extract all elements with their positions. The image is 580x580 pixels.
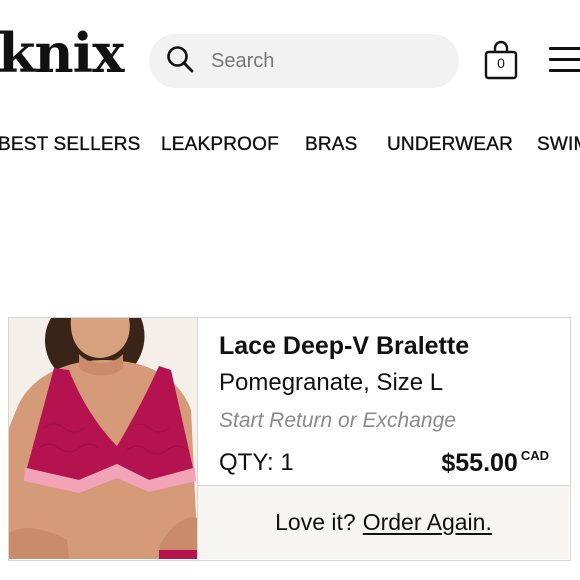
start-return-link[interactable]: Start Return or Exchange (219, 409, 456, 433)
reorder-prompt: Love it? (275, 509, 356, 535)
nav-item-leakproof[interactable]: LEAKPROOF (161, 134, 279, 156)
cart-count-badge: 0 (497, 55, 505, 71)
search-icon (165, 44, 195, 79)
brand-logo[interactable]: knix (0, 26, 124, 80)
order-again-bar: Love it? Order Again. (198, 485, 569, 559)
quantity-value: 1 (280, 449, 294, 476)
cart-button[interactable]: 0 (484, 40, 518, 80)
order-again-link[interactable]: Order Again. (363, 509, 492, 536)
item-price: $55.00 CAD (441, 448, 549, 478)
site-header: knix Search 0 (0, 0, 580, 120)
quantity-label: QTY: (219, 449, 274, 476)
nav-item-underwear[interactable]: UNDERWEAR (387, 134, 513, 156)
product-variant: Pomegranate, Size L (219, 369, 444, 396)
price-value: $55.00 (441, 449, 518, 477)
product-name[interactable]: Lace Deep-V Bralette (219, 332, 469, 361)
search-bar[interactable]: Search (149, 34, 459, 88)
order-item-card: Lace Deep-V Bralette Pomegranate, Size L… (8, 317, 571, 561)
order-item-details: Lace Deep-V Bralette Pomegranate, Size L… (198, 318, 569, 485)
search-input[interactable]: Search (211, 50, 274, 73)
currency-code: CAD (520, 448, 549, 463)
nav-item-swim[interactable]: SWIM (537, 134, 580, 156)
quantity: QTY: 1 (219, 449, 294, 477)
nav-item-bras[interactable]: BRAS (305, 134, 358, 156)
hamburger-menu-icon[interactable] (549, 47, 580, 73)
nav-item-best-sellers[interactable]: BEST SELLERS (0, 134, 141, 156)
product-image[interactable] (9, 318, 198, 559)
